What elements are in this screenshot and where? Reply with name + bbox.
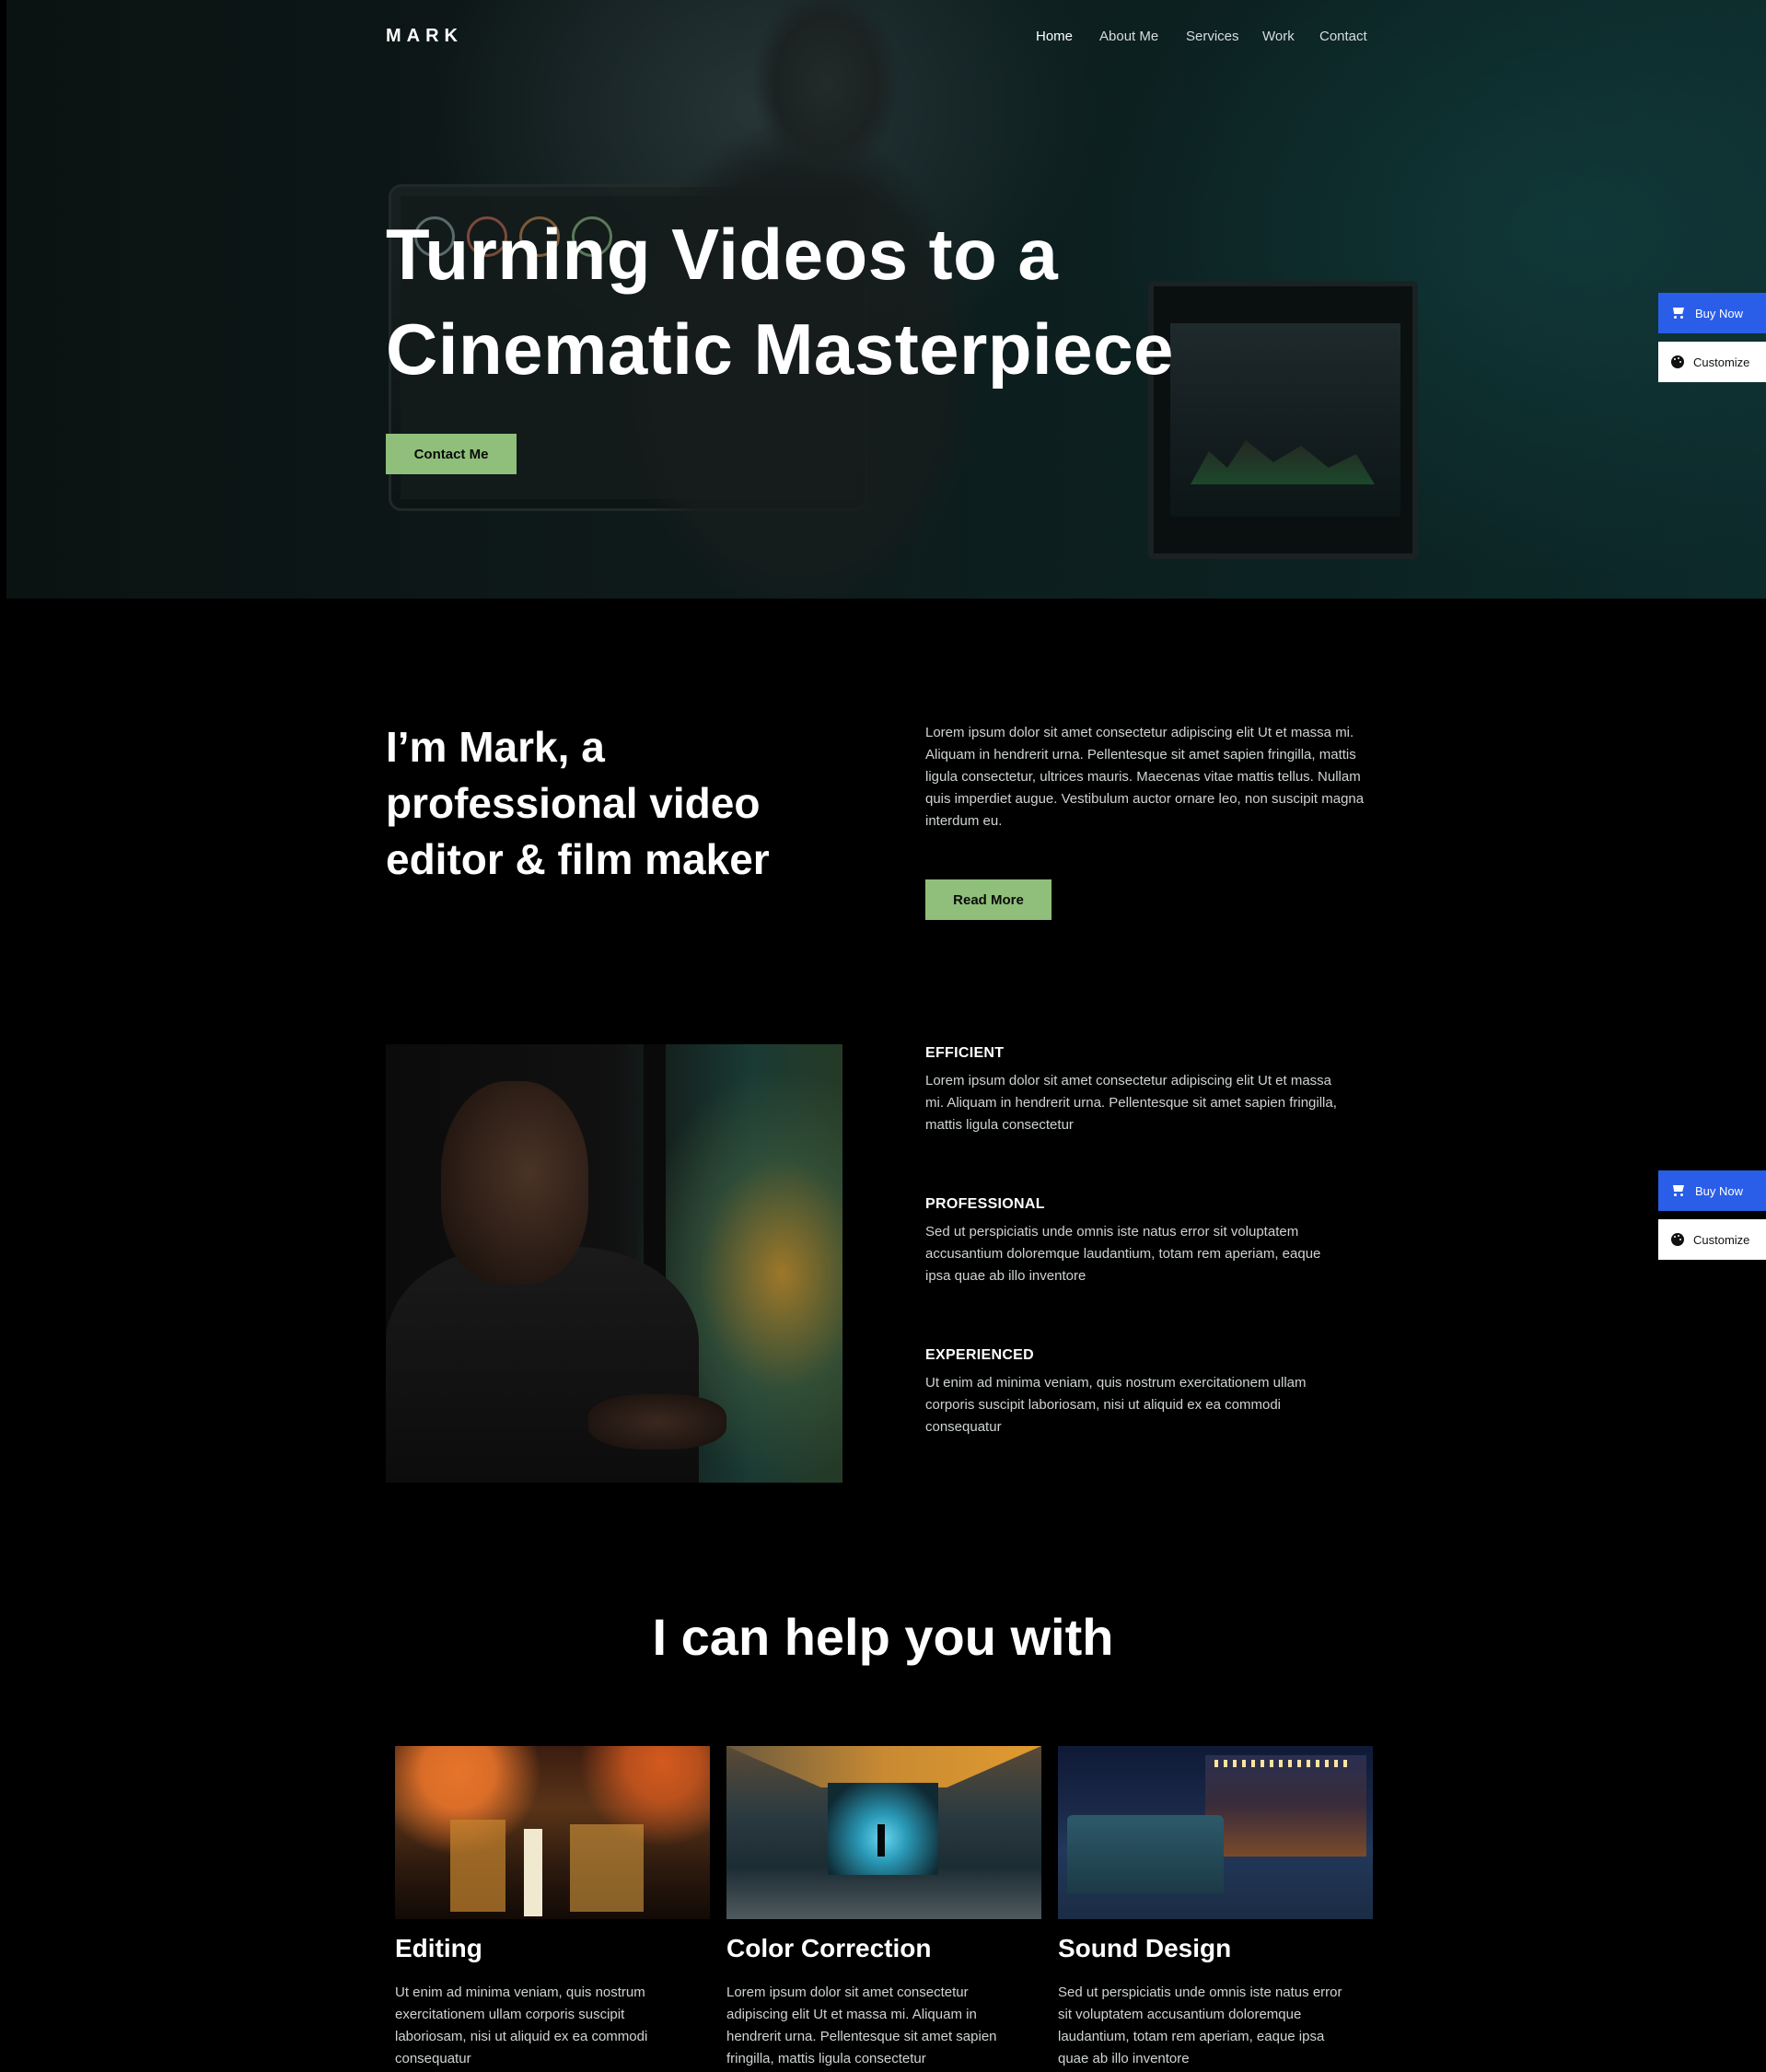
feature-title-professional: PROFESSIONAL bbox=[925, 1196, 1045, 1212]
sound-design-image bbox=[1058, 1746, 1373, 1919]
site-logo[interactable]: MARK bbox=[386, 26, 463, 47]
customize-button-2[interactable]: Customize bbox=[1658, 1219, 1766, 1260]
palette-icon bbox=[1671, 355, 1684, 368]
feature-text-efficient: Lorem ipsum dolor sit amet consectetur a… bbox=[925, 1073, 1337, 1133]
card-text-color-correction: Lorem ipsum dolor sit amet consectetur a… bbox=[726, 1985, 997, 2066]
card-title-editing: Editing bbox=[395, 1934, 482, 1962]
nav-about-me[interactable]: About Me bbox=[1099, 29, 1158, 44]
editor-photo bbox=[386, 1044, 842, 1483]
nav-contact[interactable]: Contact bbox=[1319, 29, 1367, 44]
nav-work[interactable]: Work bbox=[1262, 29, 1295, 44]
buy-now-button-2[interactable]: Buy Now bbox=[1658, 1170, 1766, 1211]
nav-home[interactable]: Home bbox=[1036, 29, 1073, 44]
feature-title-efficient: EFFICIENT bbox=[925, 1045, 1005, 1061]
read-more-button[interactable]: Read More bbox=[925, 879, 1051, 920]
editing-image bbox=[395, 1746, 710, 1919]
card-text-editing: Ut enim ad minima veniam, quis nostrum e… bbox=[395, 1985, 648, 2066]
cart-icon bbox=[1671, 307, 1686, 320]
cart-icon bbox=[1671, 1184, 1686, 1197]
customize-button[interactable]: Customize bbox=[1658, 342, 1766, 382]
palette-icon bbox=[1671, 1233, 1684, 1246]
feature-title-experienced: EXPERIENCED bbox=[925, 1347, 1034, 1363]
buy-now-button[interactable]: Buy Now bbox=[1658, 293, 1766, 333]
about-title: I’m Mark, a professional video editor & … bbox=[386, 723, 770, 883]
about-text: Lorem ipsum dolor sit amet consectetur a… bbox=[925, 725, 1365, 829]
card-title-sound-design: Sound Design bbox=[1058, 1934, 1232, 1962]
hero-title: Turning Videos to a Cinematic Masterpiec… bbox=[386, 214, 1174, 390]
nav-services[interactable]: Services bbox=[1186, 29, 1239, 44]
feature-text-professional: Sed ut perspiciatis unde omnis iste natu… bbox=[925, 1224, 1321, 1284]
contact-me-button[interactable]: Contact Me bbox=[386, 434, 517, 474]
card-title-color-correction: Color Correction bbox=[726, 1934, 932, 1962]
color-correction-image bbox=[726, 1746, 1041, 1919]
feature-text-experienced: Ut enim ad minima veniam, quis nostrum e… bbox=[925, 1375, 1307, 1435]
services-title: I can help you with bbox=[652, 1608, 1114, 1666]
card-text-sound-design: Sed ut perspiciatis unde omnis iste natu… bbox=[1058, 1985, 1342, 2066]
